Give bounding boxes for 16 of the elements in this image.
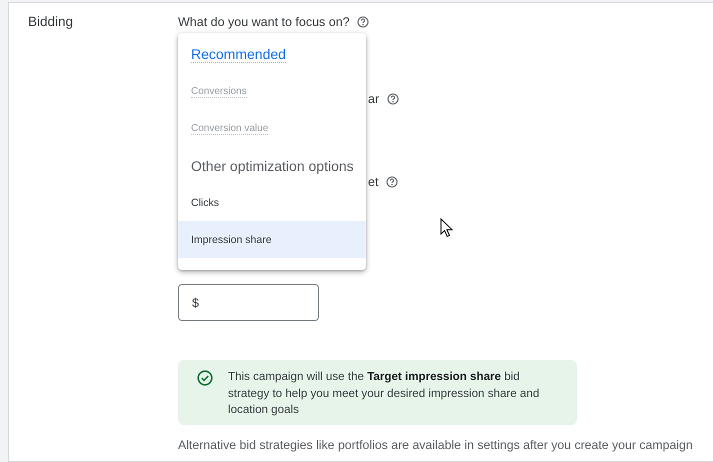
notice-text: This campaign will use the Target impression share bid strategy to help you meet your desired impression share and location goals [228, 369, 540, 418]
menu-item[interactable]: Clicks [178, 184, 366, 221]
question-label: What do you want to focus on? [178, 15, 350, 29]
menu-item[interactable]: Impression share [178, 221, 366, 258]
bid-limit-field[interactable]: $ [178, 284, 319, 321]
footnote-text: Alternative bid strategies like portfolios are available in settings after you create your campaign [178, 436, 693, 454]
menu-group-header: Other optimization options [191, 158, 354, 174]
help-icon[interactable] [386, 176, 398, 188]
help-icon[interactable] [356, 16, 369, 28]
section-title: Bidding [28, 13, 74, 31]
mouse-pointer-icon [440, 218, 453, 238]
help-icon[interactable] [387, 93, 400, 105]
menu-group-header: Recommended [191, 46, 286, 63]
check-circle-icon [197, 370, 213, 386]
field-label: ar [368, 92, 380, 106]
field-label: et [368, 175, 378, 189]
